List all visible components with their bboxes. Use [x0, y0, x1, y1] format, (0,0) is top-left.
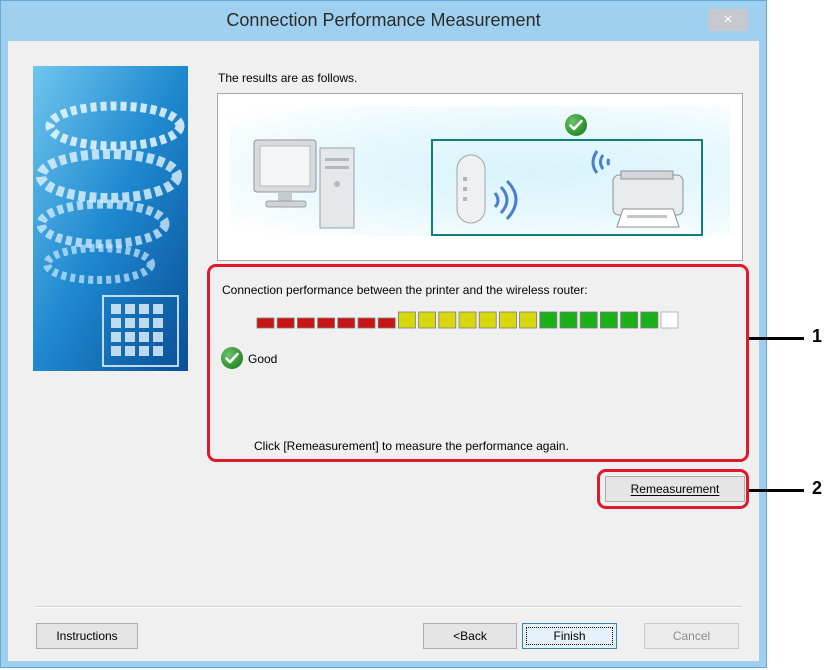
- callout-1-leader-line: [749, 337, 804, 340]
- callout-1-highlight: [207, 264, 749, 462]
- printer-icon: [591, 150, 684, 228]
- callout-2-leader-line: [749, 489, 804, 492]
- focus-rectangle: [526, 627, 613, 645]
- check-icon: [565, 114, 587, 136]
- finish-button[interactable]: Finish: [522, 623, 617, 649]
- footer-separator: [35, 606, 742, 608]
- callout-2-highlight: [597, 469, 749, 509]
- wireless-router-icon: [456, 154, 518, 224]
- instructions-button-label: Instructions: [56, 629, 118, 643]
- wizard-side-image: [33, 66, 188, 371]
- results-label: The results are as follows.: [218, 71, 358, 85]
- cancel-button: Cancel: [644, 623, 739, 649]
- network-diagram-panel: [217, 93, 743, 261]
- callout-1-number: 1: [812, 326, 823, 346]
- router-printer-frame: [431, 139, 703, 236]
- callout-2-number: 2: [812, 478, 823, 498]
- back-button-label: <Back: [453, 629, 487, 643]
- cancel-button-label: Cancel: [672, 629, 711, 643]
- close-button[interactable]: ×: [708, 9, 748, 31]
- title-bar[interactable]: Connection Performance Measurement ×: [1, 1, 766, 41]
- window-title: Connection Performance Measurement: [226, 10, 541, 30]
- instructions-button[interactable]: Instructions: [36, 623, 138, 649]
- computer-icon: [253, 139, 355, 229]
- back-button[interactable]: <Back: [423, 623, 517, 649]
